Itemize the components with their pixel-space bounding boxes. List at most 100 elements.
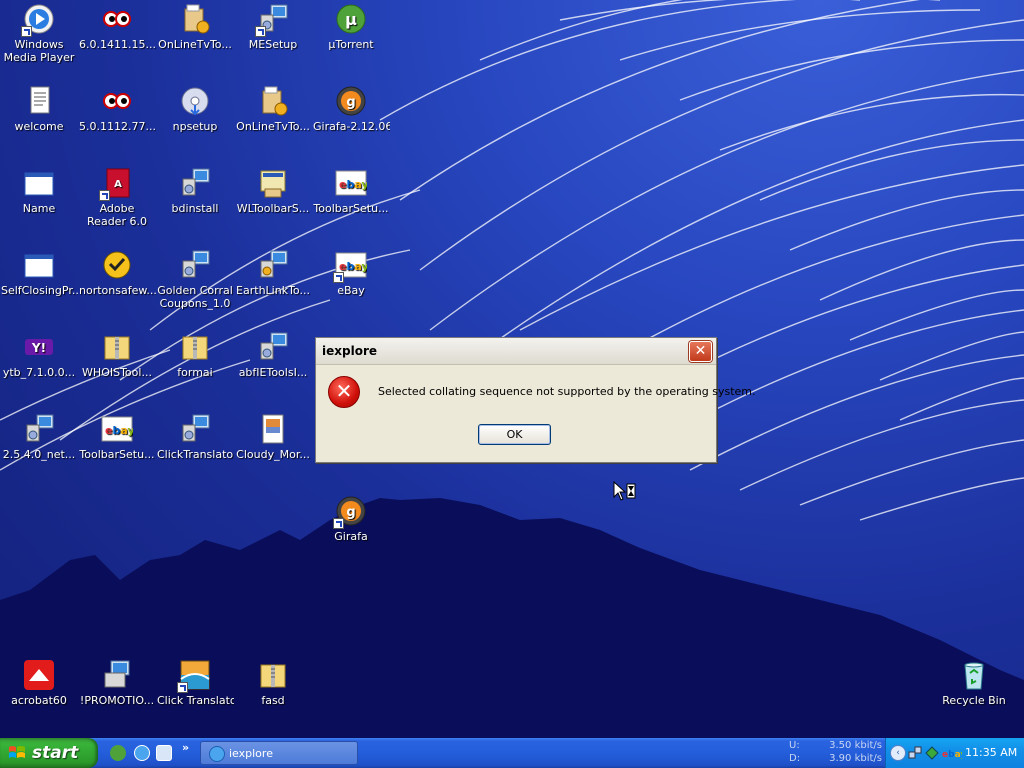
zip-folder-icon bbox=[257, 659, 289, 691]
setup-computer-icon bbox=[179, 167, 211, 199]
svg-text:g: g bbox=[346, 95, 355, 110]
desktop-icon-label: Windows Media Player bbox=[3, 38, 75, 64]
desktop-icon-label: Adobe Reader 6.0 bbox=[87, 202, 147, 228]
desktop-icon-label: bdinstall bbox=[171, 202, 219, 215]
shortcut-arrow-icon bbox=[99, 190, 110, 201]
desktop-icon-click-translator[interactable]: Click Translator bbox=[156, 659, 234, 707]
desktop-icon-label: µTorrent bbox=[328, 38, 374, 51]
clock[interactable]: 11:35 AM bbox=[965, 746, 1017, 759]
busy-cursor-icon bbox=[613, 481, 636, 501]
desktop: Windows Media Player 6.0.1411.15... OnLi… bbox=[0, 0, 1024, 738]
internet-explorer-quicklaunch-icon[interactable] bbox=[134, 745, 150, 761]
desktop-icon-label: eBay bbox=[337, 284, 365, 297]
desktop-icon-acrobat60[interactable]: acrobat60 bbox=[0, 659, 78, 707]
desktop-icon-onlinetv-1[interactable]: OnLineTvTo... bbox=[156, 3, 234, 51]
desktop-icon-label: 2.5.4.0_net... bbox=[2, 448, 76, 461]
desktop-icon-clicktranslator-setup[interactable]: ClickTranslator bbox=[156, 413, 234, 461]
desktop-icon-label: Click Translator bbox=[157, 694, 234, 707]
desktop-icon-onlinetv-2[interactable]: OnLineTvTo... bbox=[234, 85, 312, 133]
yahoo-icon: Y! bbox=[23, 331, 55, 363]
norton-icon bbox=[101, 249, 133, 281]
image-file-icon bbox=[257, 413, 289, 445]
utorrent-quicklaunch-icon[interactable] bbox=[110, 745, 126, 761]
svg-text:µ: µ bbox=[345, 10, 357, 29]
shortcut-arrow-icon bbox=[333, 272, 344, 283]
desktop-icon-label: ToolbarSetu... bbox=[79, 448, 155, 461]
desktop-icon-dotnet[interactable]: 2.5.4.0_net... bbox=[0, 413, 78, 461]
desktop-icon-eyes-app-1[interactable]: 6.0.1411.15... bbox=[78, 3, 156, 51]
desktop-icon-recycle-bin[interactable]: Recycle Bin bbox=[935, 659, 1013, 707]
desktop-icon-label: welcome bbox=[14, 120, 64, 133]
windows-media-player-icon bbox=[21, 3, 55, 37]
girafa-icon: g bbox=[333, 495, 367, 529]
quicklaunch-more-icon[interactable]: » bbox=[182, 741, 189, 754]
desktop-icon-ytb[interactable]: Y! ytb_7.1.0.0... bbox=[0, 331, 78, 379]
zip-folder-icon bbox=[101, 331, 133, 363]
zip-folder-icon bbox=[179, 331, 211, 363]
desktop-icon-utorrent[interactable]: µ µTorrent bbox=[312, 3, 390, 51]
start-label: start bbox=[32, 743, 79, 763]
desktop-icon-ebay-toolbar-setup-2[interactable]: ebay ToolbarSetu... bbox=[78, 413, 156, 461]
desktop-icon-windows-media-player[interactable]: Windows Media Player bbox=[0, 3, 78, 64]
desktop-icon-fasd[interactable]: fasd bbox=[234, 659, 312, 707]
shortcut-arrow-icon bbox=[177, 682, 188, 693]
desktop-icon-selfclosing[interactable]: SelfClosingPr... bbox=[0, 249, 78, 297]
shortcut-arrow-icon bbox=[21, 26, 32, 37]
desktop-icon-cloudy-morning[interactable]: Cloudy_Mor... bbox=[234, 413, 312, 461]
ebay-tray-icon[interactable]: ebay bbox=[942, 746, 966, 760]
setup-computer-icon bbox=[23, 413, 55, 445]
start-button[interactable]: start bbox=[0, 738, 98, 768]
desktop-icon-bdinstall[interactable]: bdinstall bbox=[156, 167, 234, 215]
eyes-icon bbox=[101, 85, 133, 117]
desktop-icon-eyes-app-2[interactable]: 5.0.1112.77... bbox=[78, 85, 156, 133]
desktop-icon-label: Girafa-2.12.06 bbox=[313, 120, 390, 133]
shortcut-arrow-icon bbox=[255, 26, 266, 37]
desktop-icon-wltoolbar[interactable]: WLToolbarS... bbox=[234, 167, 312, 215]
svg-text:A: A bbox=[114, 179, 122, 190]
desktop-icon-name[interactable]: Name bbox=[0, 167, 78, 215]
network-tray-icon[interactable] bbox=[908, 746, 922, 760]
desktop-icon-mesetup[interactable]: MESetup bbox=[234, 3, 312, 51]
internet-explorer-icon bbox=[209, 746, 225, 762]
desktop-icon-promotion[interactable]: !PROMOTIO... bbox=[78, 659, 156, 707]
desktop-icon-label: 5.0.1112.77... bbox=[79, 120, 156, 133]
antivirus-tray-icon[interactable] bbox=[925, 746, 939, 760]
ebay-icon: ebay bbox=[335, 167, 369, 199]
outlook-express-quicklaunch-icon[interactable] bbox=[156, 745, 172, 761]
dialog-title: iexplore bbox=[322, 344, 377, 358]
desktop-icon-earthlink[interactable]: EarthLinkTo... bbox=[234, 249, 312, 297]
desktop-icon-label: WLToolbarS... bbox=[236, 202, 310, 215]
desktop-icon-label: abfIEToolsI... bbox=[238, 366, 308, 379]
tray-expand-icon[interactable]: ‹ bbox=[890, 745, 906, 761]
desktop-icon-welcome[interactable]: welcome bbox=[0, 85, 78, 133]
desktop-icon-label: SelfClosingPr... bbox=[1, 284, 78, 297]
ebay-icon: ebay bbox=[101, 413, 135, 445]
desktop-icon-adobe-reader[interactable]: A Adobe Reader 6.0 bbox=[78, 167, 156, 228]
svg-text:ebay: ebay bbox=[942, 750, 962, 760]
desktop-icon-girafa-setup[interactable]: g Girafa-2.12.06 bbox=[312, 85, 390, 133]
desktop-icon-label: 6.0.1411.15... bbox=[79, 38, 156, 51]
desktop-icon-label: npsetup bbox=[172, 120, 218, 133]
desktop-icon-ebay-toolbar-setup-1[interactable]: ebay ToolbarSetu... bbox=[312, 167, 390, 215]
ebay-icon: ebay bbox=[333, 249, 369, 283]
desktop-icon-label: Girafa bbox=[334, 530, 368, 543]
desktop-icon-npsetup[interactable]: npsetup bbox=[156, 85, 234, 133]
ok-button[interactable]: OK bbox=[478, 424, 551, 445]
desktop-icon-label: ToolbarSetu... bbox=[313, 202, 389, 215]
desktop-icon-nortonsafeweb[interactable]: nortonsafew... bbox=[78, 249, 156, 297]
desktop-icon-abfietools[interactable]: abfIEToolsI... bbox=[234, 331, 312, 379]
desktop-icon-girafa[interactable]: g Girafa bbox=[312, 495, 390, 543]
dialog-message: Selected collating sequence not supporte… bbox=[378, 385, 756, 398]
network-monitor: U: 3.50 kbit/s D: 3.90 kbit/s bbox=[789, 740, 884, 766]
desktop-icon-whoistool[interactable]: WHOISTool... bbox=[78, 331, 156, 379]
dialog-title-bar[interactable]: iexplore ✕ bbox=[316, 338, 716, 365]
error-icon: ✕ bbox=[328, 376, 360, 408]
close-button[interactable]: ✕ bbox=[689, 341, 712, 362]
desktop-icon-formai[interactable]: formai bbox=[156, 331, 234, 379]
desktop-icon-ebay[interactable]: ebay eBay bbox=[312, 249, 390, 297]
installer-box-icon bbox=[179, 3, 211, 35]
system-tray: ‹ ebay 11:35 AM bbox=[885, 738, 1024, 768]
desktop-icon-golden-corral[interactable]: Golden Corral Coupons_1.0 bbox=[156, 249, 234, 310]
desktop-icon-label: ytb_7.1.0.0... bbox=[2, 366, 76, 379]
taskbar-button-iexplore[interactable]: iexplore bbox=[200, 741, 358, 765]
